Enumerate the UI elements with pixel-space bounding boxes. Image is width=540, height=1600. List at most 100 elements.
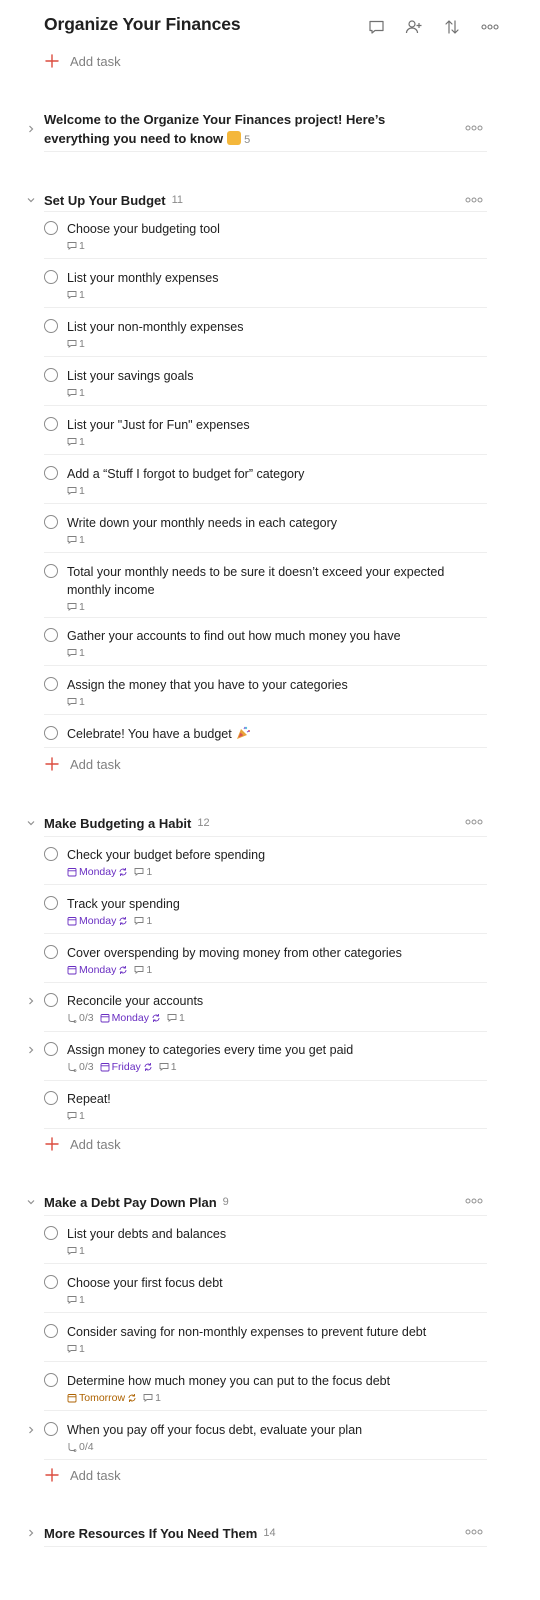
task-checkbox[interactable]	[44, 319, 58, 333]
section-header[interactable]: Set Up Your Budget 11	[44, 190, 183, 210]
divider	[44, 1215, 487, 1216]
recurring-icon	[119, 966, 127, 974]
task-checkbox[interactable]	[44, 564, 58, 578]
more-icon[interactable]	[465, 1197, 483, 1205]
comment-icon	[67, 698, 77, 707]
task-checkbox[interactable]	[44, 677, 58, 691]
task-checkbox[interactable]	[44, 1042, 58, 1056]
task-title: Consider saving for non-monthly expenses…	[67, 1325, 427, 1339]
calendar-icon	[100, 1014, 110, 1023]
party-popper-icon	[236, 726, 250, 739]
comment-count: 1	[79, 1110, 85, 1122]
divider	[44, 405, 487, 406]
project-header: Organize Your Finances	[44, 14, 499, 40]
sort-icon[interactable]	[443, 18, 461, 36]
chevron-right-icon[interactable]	[26, 1425, 36, 1435]
task-checkbox[interactable]	[44, 1275, 58, 1289]
comment-icon	[134, 917, 144, 926]
task-checkbox[interactable]	[44, 726, 58, 740]
task-checkbox[interactable]	[44, 417, 58, 431]
task-checkbox[interactable]	[44, 221, 58, 235]
more-icon[interactable]	[465, 818, 483, 826]
task-meta: 1	[67, 239, 467, 253]
divider	[44, 617, 487, 618]
calendar-icon	[67, 917, 77, 926]
section-header[interactable]: Make a Debt Pay Down Plan 9	[44, 1192, 229, 1212]
due-date[interactable]: Tomorrow	[67, 1392, 137, 1404]
section-name: Make a Debt Pay Down Plan	[44, 1194, 217, 1210]
task-meta: 0/3 Friday 1	[67, 1060, 467, 1074]
task-meta: 1	[67, 484, 467, 498]
due-date[interactable]: Monday	[100, 1012, 161, 1024]
comment-icon[interactable]	[367, 18, 385, 36]
due-date[interactable]: Monday	[67, 964, 128, 976]
recurring-icon	[128, 1394, 136, 1402]
due-date[interactable]: Monday	[67, 866, 128, 878]
divider	[44, 933, 487, 934]
chevron-right-icon[interactable]	[26, 1528, 36, 1538]
task-title: Cover overspending by moving money from …	[67, 946, 402, 960]
section-header[interactable]: More Resources If You Need Them 14	[44, 1523, 276, 1543]
add-task-button[interactable]: Add task	[44, 754, 121, 774]
comment-count: 1	[79, 647, 85, 659]
chevron-down-icon[interactable]	[26, 1197, 36, 1207]
task-checkbox[interactable]	[44, 1226, 58, 1240]
task-checkbox[interactable]	[44, 896, 58, 910]
task-checkbox[interactable]	[44, 515, 58, 529]
chevron-right-icon[interactable]	[26, 1045, 36, 1055]
task-title: List your debts and balances	[67, 1227, 227, 1241]
divider	[44, 1128, 487, 1129]
comment-icon	[67, 1247, 77, 1256]
add-person-icon[interactable]	[405, 18, 423, 36]
task-checkbox[interactable]	[44, 1091, 58, 1105]
task-checkbox[interactable]	[44, 466, 58, 480]
task-checkbox[interactable]	[44, 1324, 58, 1338]
recurring-icon	[152, 1014, 160, 1022]
chevron-right-icon[interactable]	[26, 996, 36, 1006]
more-icon[interactable]	[481, 18, 499, 36]
comment-count: 1	[79, 601, 85, 613]
task-title-row: Celebrate! You have a budget	[67, 725, 467, 743]
more-icon[interactable]	[465, 124, 483, 132]
add-task-button[interactable]: Add task	[44, 51, 121, 71]
divider	[44, 454, 487, 455]
section-header[interactable]: Make Budgeting a Habit 12	[44, 813, 210, 833]
task-checkbox[interactable]	[44, 993, 58, 1007]
task-checkbox[interactable]	[44, 1422, 58, 1436]
task-checkbox[interactable]	[44, 270, 58, 284]
task-checkbox[interactable]	[44, 847, 58, 861]
task-title: Assign money to categories every time yo…	[67, 1043, 354, 1057]
add-task-button[interactable]: Add task	[44, 1465, 121, 1485]
task-title: List your monthly expenses	[67, 271, 219, 285]
more-icon[interactable]	[465, 1528, 483, 1536]
section-count: 9	[222, 1196, 229, 1208]
divider	[44, 1312, 487, 1313]
chevron-down-icon[interactable]	[26, 818, 36, 828]
page-title: Organize Your Finances	[44, 14, 241, 34]
comment-icon	[67, 1296, 77, 1305]
recurring-icon	[119, 868, 127, 876]
due-date[interactable]: Monday	[67, 915, 128, 927]
pointing-down-icon	[227, 131, 242, 145]
subtask-count: 0/4	[79, 1441, 94, 1453]
divider	[44, 884, 487, 885]
more-icon[interactable]	[465, 196, 483, 204]
welcome-section-title[interactable]: Welcome to the Organize Your Finances pr…	[44, 110, 444, 150]
subtask-count: 0/3	[79, 1012, 94, 1024]
comment-count: 1	[178, 1012, 185, 1024]
chevron-right-icon[interactable]	[26, 124, 36, 134]
task-checkbox[interactable]	[44, 945, 58, 959]
comment-icon	[67, 1345, 77, 1354]
section-name: Make Budgeting a Habit	[44, 815, 192, 831]
task-checkbox[interactable]	[44, 628, 58, 642]
task-meta: 0/3 Monday 1	[67, 1011, 467, 1025]
chevron-down-icon[interactable]	[26, 195, 36, 205]
due-date[interactable]: Friday	[100, 1061, 153, 1073]
task-checkbox[interactable]	[44, 368, 58, 382]
add-task-button[interactable]: Add task	[44, 1134, 121, 1154]
calendar-icon	[67, 966, 77, 975]
section-count: 14	[263, 1527, 276, 1539]
task-checkbox[interactable]	[44, 1373, 58, 1387]
comment-icon	[67, 389, 77, 398]
task-title: Determine how much money you can put to …	[67, 1374, 391, 1388]
